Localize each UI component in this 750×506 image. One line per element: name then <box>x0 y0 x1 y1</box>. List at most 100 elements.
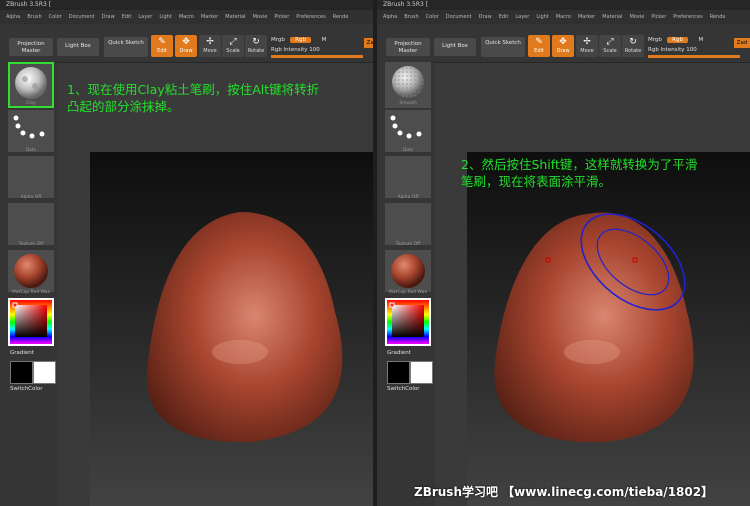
material-sphere-thumbnail <box>391 254 425 288</box>
light-box-button[interactable]: Light Box <box>57 38 99 56</box>
scale-icon: ⤢ <box>606 37 614 47</box>
stroke-selector[interactable] <box>8 110 54 152</box>
material-selector[interactable] <box>8 250 54 292</box>
move-icon: ✢ <box>583 37 591 47</box>
projection-master-button[interactable]: Projection Master <box>386 38 430 56</box>
clay-head-model[interactable] <box>90 152 373 506</box>
menu-preferences[interactable]: Preferences <box>673 14 702 20</box>
draw-icon: ✥ <box>559 37 567 47</box>
menu-alpha[interactable]: Alpha <box>6 14 20 20</box>
rotate-button[interactable]: ↻ Rotate <box>245 35 267 57</box>
watermark-footer: ZBrush学习吧 【www.linecg.com/tieba/1802】 <box>414 485 714 499</box>
secondary-color-swatch[interactable] <box>33 361 56 384</box>
menu-macro[interactable]: Macro <box>179 14 194 20</box>
menu-layer[interactable]: Layer <box>515 14 529 20</box>
menu-layer[interactable]: Layer <box>138 14 152 20</box>
switch-color-button[interactable]: SwitchColor <box>387 386 420 392</box>
menu-movie[interactable]: Movie <box>630 14 645 20</box>
mrgb-toggle[interactable]: Mrgb <box>271 37 285 43</box>
move-button[interactable]: ✢ Move <box>576 35 598 57</box>
menu-color[interactable]: Color <box>426 14 439 20</box>
step-1-note: 1、现在使用Clay粘土笔刷，按住Alt键将转折 凸起的部分涂抹掉。 <box>67 82 320 114</box>
draw-button[interactable]: ✥ Draw <box>175 35 197 57</box>
color-picker-square <box>387 300 429 344</box>
light-box-button[interactable]: Light Box <box>434 38 476 56</box>
rgb-toggle[interactable]: Rgb <box>290 37 311 43</box>
brush-label: Smooth <box>399 101 417 106</box>
step-2-note: 2、然后按住Shift键，这样就转换为了平滑 笔刷，现在将表面涂平滑。 <box>461 157 698 189</box>
menu-marker[interactable]: Marker <box>578 14 595 20</box>
mrgb-toggle[interactable]: Mrgb <box>648 37 662 43</box>
alpha-label: Alpha Off <box>20 195 42 200</box>
menu-macro[interactable]: Macro <box>556 14 571 20</box>
stroke-selector[interactable] <box>385 110 431 152</box>
window-title: ZBrush 3.5R3 [ <box>377 0 750 10</box>
menu-brush[interactable]: Brush <box>404 14 418 20</box>
menu-light[interactable]: Light <box>536 14 548 20</box>
menu-document[interactable]: Document <box>69 14 95 20</box>
move-icon: ✢ <box>206 37 214 47</box>
left-tray: Clay Dots Alpha Off Texture Off MatCap R… <box>0 62 58 506</box>
menu-document[interactable]: Document <box>446 14 472 20</box>
scale-button[interactable]: ⤢ Scale <box>599 35 621 57</box>
switch-color-button[interactable]: SwitchColor <box>10 386 43 392</box>
menu-draw[interactable]: Draw <box>102 14 115 20</box>
menu-light[interactable]: Light <box>159 14 171 20</box>
rgb-intensity-slider[interactable]: Rgb Intensity 100 <box>271 47 320 53</box>
menu-material[interactable]: Material <box>225 14 245 20</box>
menu-movie[interactable]: Movie <box>253 14 268 20</box>
menu-render[interactable]: Rende <box>710 14 726 20</box>
alpha-selector[interactable] <box>8 156 54 198</box>
m-toggle[interactable]: M <box>321 37 326 43</box>
rgb-intensity-slider[interactable]: Rgb Intensity 100 <box>648 47 697 53</box>
clay-head-model[interactable] <box>467 152 750 506</box>
right-screenshot-panel: ZBrush 3.5R3 [ Alpha Brush Color Document Dr… <box>377 0 750 506</box>
dots-stroke-icon <box>390 115 422 139</box>
canvas-viewport[interactable] <box>467 152 750 506</box>
menu-marker[interactable]: Marker <box>201 14 218 20</box>
gradient-label: Gradient <box>10 350 34 356</box>
color-picker[interactable] <box>385 298 431 346</box>
canvas-viewport[interactable] <box>90 152 373 506</box>
texture-selector[interactable] <box>8 203 54 245</box>
menu-picker[interactable]: Picker <box>274 14 289 20</box>
menu-alpha[interactable]: Alpha <box>383 14 397 20</box>
texture-label: Texture Off <box>395 242 421 247</box>
rgb-intensity-fill <box>271 55 363 58</box>
material-selector[interactable] <box>385 250 431 292</box>
rgb-toggle[interactable]: Rgb <box>667 37 688 43</box>
texture-label: Texture Off <box>18 242 44 247</box>
menu-picker[interactable]: Picker <box>651 14 666 20</box>
projection-master-button[interactable]: Projection Master <box>9 38 53 56</box>
zadd-button[interactable]: Zad <box>364 38 373 48</box>
color-picker[interactable] <box>8 298 54 346</box>
material-label: MatCap Red Wax <box>11 290 51 295</box>
top-toolbar: Projection Master Light Box Quick Sketch… <box>0 24 373 63</box>
menu-edit[interactable]: Edit <box>122 14 132 20</box>
quick-sketch-button[interactable]: Quick Sketch <box>481 37 525 57</box>
main-color-swatch[interactable] <box>10 361 33 384</box>
main-color-swatch[interactable] <box>387 361 410 384</box>
edit-icon: ✎ <box>158 37 166 47</box>
menu-preferences[interactable]: Preferences <box>296 14 325 20</box>
alpha-selector[interactable] <box>385 156 431 198</box>
edit-button[interactable]: ✎ Edit <box>528 35 550 57</box>
smooth-brush-thumbnail <box>392 66 424 98</box>
menu-draw[interactable]: Draw <box>479 14 492 20</box>
texture-selector[interactable] <box>385 203 431 245</box>
menu-brush[interactable]: Brush <box>27 14 41 20</box>
rotate-button[interactable]: ↻ Rotate <box>622 35 644 57</box>
edit-button[interactable]: ✎ Edit <box>151 35 173 57</box>
draw-button[interactable]: ✥ Draw <box>552 35 574 57</box>
menu-color[interactable]: Color <box>49 14 62 20</box>
dots-stroke-icon <box>13 115 45 139</box>
m-toggle[interactable]: M <box>698 37 703 43</box>
scale-button[interactable]: ⤢ Scale <box>222 35 244 57</box>
quick-sketch-button[interactable]: Quick Sketch <box>104 37 148 57</box>
zadd-button[interactable]: Zad <box>734 38 750 48</box>
secondary-color-swatch[interactable] <box>410 361 433 384</box>
menu-material[interactable]: Material <box>602 14 622 20</box>
menu-edit[interactable]: Edit <box>499 14 509 20</box>
menu-render[interactable]: Rende <box>333 14 349 20</box>
move-button[interactable]: ✢ Move <box>199 35 221 57</box>
